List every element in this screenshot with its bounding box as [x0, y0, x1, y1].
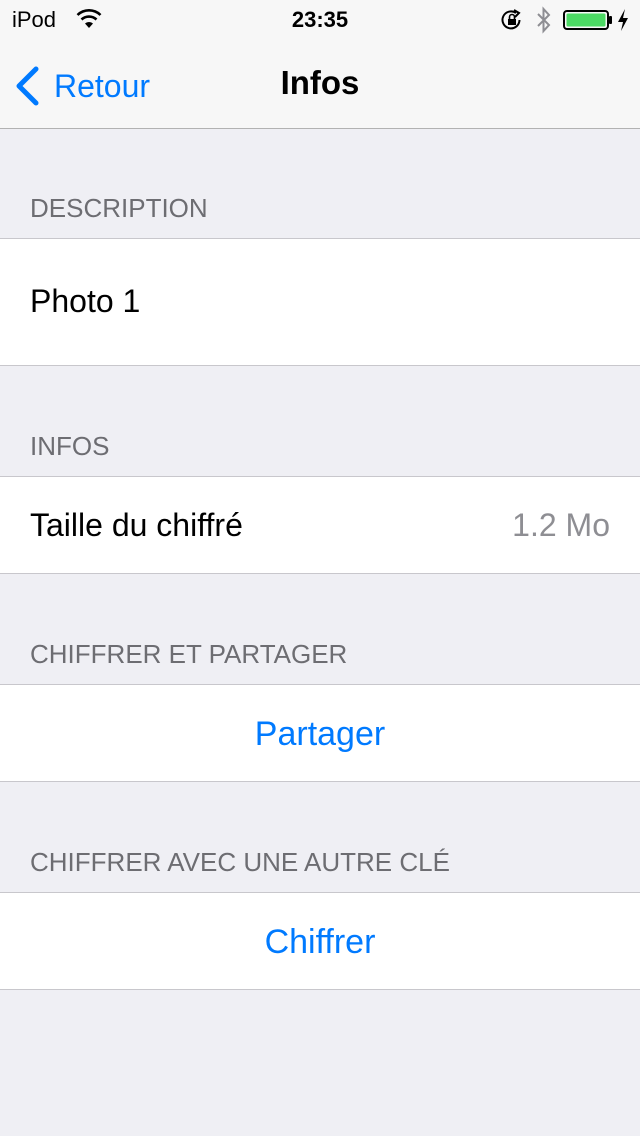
share-button[interactable]: Partager	[0, 684, 640, 782]
section-header-infos: INFOS	[30, 431, 110, 461]
encrypted-size-label: Taille du chiffré	[30, 507, 243, 543]
description-cell[interactable]: Photo 1	[0, 238, 640, 366]
encrypt-button-label: Chiffrer	[264, 923, 376, 961]
section-header-share: CHIFFRER ET PARTAGER	[30, 639, 348, 669]
navigation-bar: Retour Infos	[0, 40, 640, 129]
section-header-description: DESCRIPTION	[30, 193, 208, 223]
bluetooth-icon	[537, 6, 551, 34]
charging-bolt-icon	[618, 9, 628, 31]
share-button-label: Partager	[254, 715, 386, 753]
page-title: Infos	[280, 64, 360, 101]
description-value: Photo 1	[30, 283, 141, 319]
encrypted-size-cell: Taille du chiffré 1.2 Mo	[0, 476, 640, 574]
encrypted-size-value: 1.2 Mo	[512, 507, 610, 543]
battery-icon	[563, 10, 612, 30]
status-bar: iPod 23:35	[0, 0, 640, 40]
encrypt-button[interactable]: Chiffrer	[0, 892, 640, 990]
rotation-lock-icon	[501, 9, 521, 30]
section-header-encrypt: CHIFFRER AVEC UNE AUTRE CLÉ	[30, 847, 450, 877]
